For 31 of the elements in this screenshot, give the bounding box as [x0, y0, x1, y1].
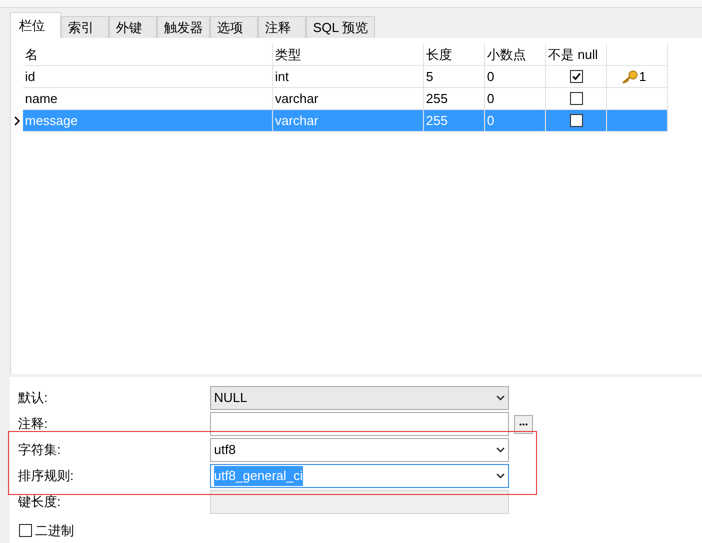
tab[interactable]: 外键 — [109, 16, 157, 38]
table-cell: 255 — [424, 110, 485, 132]
checkbox[interactable] — [570, 70, 582, 83]
dropdown[interactable]: utf8 — [210, 438, 509, 462]
dropdown[interactable]: NULL — [210, 386, 509, 410]
row-pointer-icon — [14, 116, 20, 126]
field-label: 注释: — [18, 415, 49, 434]
checkbox[interactable] — [570, 114, 582, 127]
tab[interactable]: 索引 — [61, 16, 109, 38]
checkbox[interactable] — [19, 524, 32, 538]
table-row[interactable]: id int 5 0 1 — [23, 66, 668, 88]
table-cell: 0 — [485, 110, 546, 132]
field-label: 排序规则: — [18, 467, 75, 486]
table-cell: varchar — [273, 110, 424, 132]
ellipsis-icon — [519, 422, 528, 426]
input-field[interactable] — [210, 490, 509, 514]
field-label: 默认: — [18, 389, 49, 408]
checkbox[interactable] — [570, 92, 582, 105]
tab[interactable]: 选项 — [210, 16, 258, 38]
checkbox-label: 二进制 — [35, 522, 74, 540]
tab[interactable]: 触发器 — [157, 16, 210, 38]
table-cell: message — [23, 110, 273, 132]
tab[interactable]: SQL 预览 — [306, 16, 376, 38]
tab[interactable]: 栏位 — [10, 12, 61, 38]
more-button[interactable] — [514, 414, 533, 434]
tab[interactable]: 注释 — [258, 16, 306, 38]
field-label: 键长度: — [18, 493, 62, 512]
input-field[interactable] — [210, 412, 509, 436]
key-order: 1 — [639, 68, 646, 86]
field-label: 字符集: — [18, 441, 62, 460]
table-row[interactable]: name varchar 255 0 — [23, 88, 668, 110]
